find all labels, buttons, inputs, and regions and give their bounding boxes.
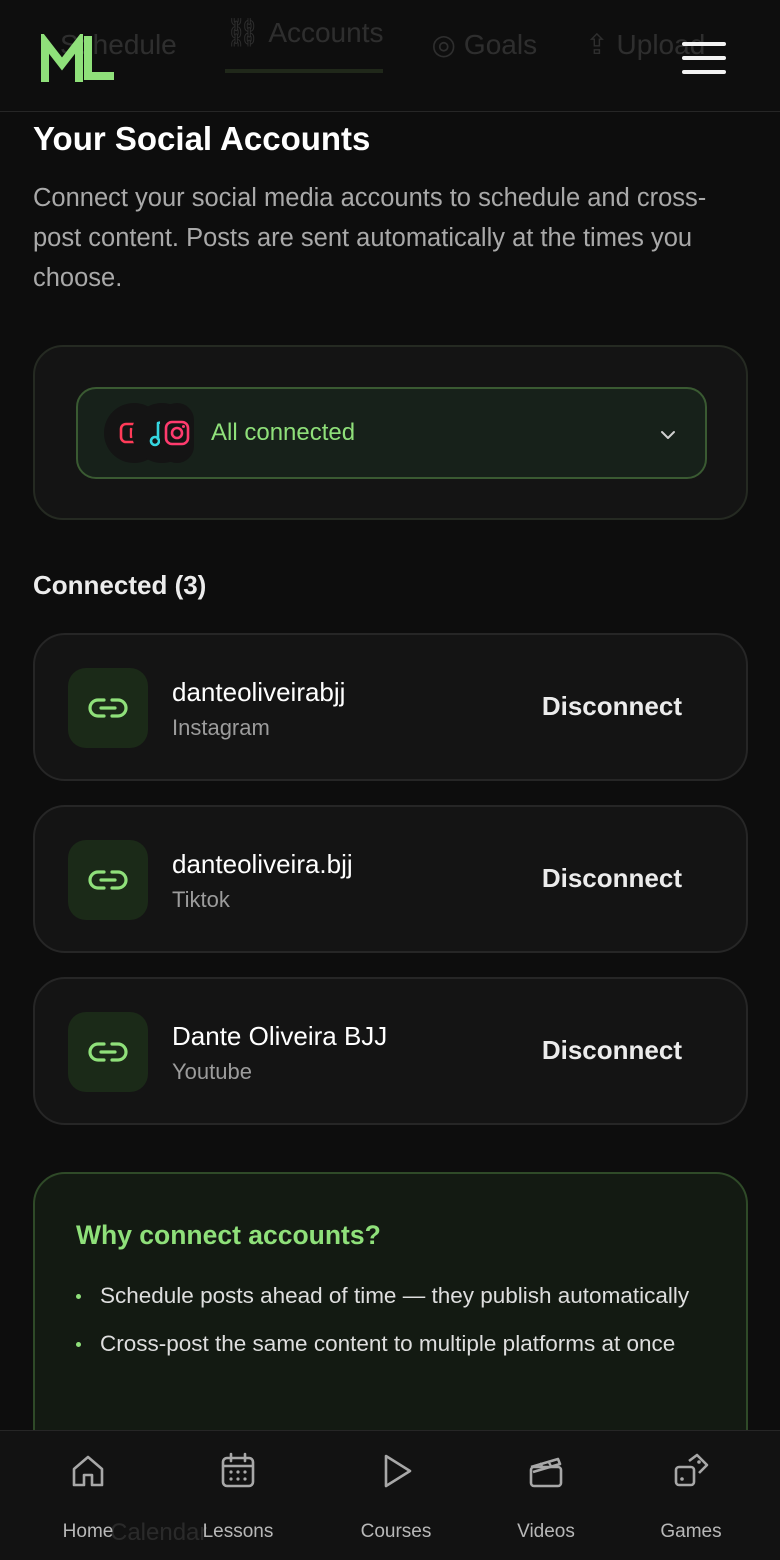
nav-item-videos[interactable]: Videos [486, 1451, 606, 1543]
filter-selected-value: All connected [211, 419, 356, 446]
nav-item-label: Courses [360, 1521, 432, 1542]
account-card: danteoliveira.bjj Tiktok Disconnect [33, 805, 748, 953]
account-platform: Youtube [172, 1059, 252, 1084]
why-connect-title: Why connect accounts? [76, 1220, 381, 1250]
bullet-icon [76, 1294, 81, 1299]
list-item-text: Schedule posts ahead of time — they publ… [100, 1283, 690, 1308]
play-icon [384, 1454, 412, 1488]
tab-goals: ◎ Goals [431, 16, 537, 73]
connected-section-title: Connected (3) [33, 570, 207, 600]
nav-item-label: Videos [517, 1521, 575, 1542]
link-icon: ⛓ [224, 17, 261, 48]
account-card: danteoliveirabjj Instagram Disconnect [33, 633, 748, 781]
hamburger-line [682, 70, 726, 74]
nav-item-games[interactable]: Games [631, 1451, 751, 1543]
bottom-navigation: Calendar Home Lessons Courses Videos Gam… [0, 1430, 780, 1560]
tab-accounts-label: Accounts [268, 16, 384, 48]
nav-item-label: Home [62, 1521, 114, 1542]
bullet-icon [76, 1342, 81, 1347]
list-item: Cross-post the same content to multiple … [76, 1328, 696, 1360]
link-icon [68, 668, 148, 748]
account-card: Dante Oliveira BJJ Youtube Disconnect [33, 977, 748, 1125]
account-filter-dropdown[interactable]: All connected [76, 387, 707, 479]
list-item-text: Cross-post the same content to multiple … [100, 1331, 676, 1356]
nav-item-courses[interactable]: Courses [336, 1451, 456, 1543]
account-name: danteoliveirabjj [172, 677, 346, 707]
home-icon [72, 1455, 104, 1487]
link-icon [68, 1012, 148, 1092]
account-platform: Tiktok [172, 887, 230, 912]
account-name: Dante Oliveira BJJ [172, 1021, 388, 1051]
page-description: Connect your social media accounts to sc… [33, 184, 707, 292]
link-icon [68, 840, 148, 920]
dice-icon [674, 1453, 709, 1487]
nav-item-home[interactable]: Home [28, 1451, 148, 1543]
upload-icon: ⇪ [585, 29, 609, 60]
instagram-icon [160, 403, 194, 463]
nav-item-label: Lessons [202, 1521, 274, 1542]
list-item: Schedule posts ahead of time — they publ… [76, 1280, 696, 1312]
why-connect-list: Schedule posts ahead of time — they publ… [76, 1280, 696, 1376]
page-title: Your Social Accounts [33, 120, 371, 157]
clapperboard-icon [529, 1457, 563, 1488]
platform-icons [104, 403, 194, 463]
hamburger-line [682, 42, 726, 46]
background-tabs: Schedule ⛓ Accounts ◎ Goals ⇪ Upload [60, 16, 705, 73]
tab-accounts: ⛓ Accounts [224, 16, 384, 73]
hamburger-line [682, 56, 726, 60]
disconnect-button[interactable]: Disconnect [542, 691, 682, 722]
disconnect-button[interactable]: Disconnect [542, 863, 682, 894]
logo[interactable] [40, 34, 114, 82]
account-filter-card: All connected [33, 345, 748, 520]
tab-goals-label: Goals [463, 28, 538, 60]
account-platform: Instagram [172, 715, 270, 740]
chevron-down-icon [661, 431, 675, 439]
top-bar: Schedule ⛓ Accounts ◎ Goals ⇪ Upload [0, 0, 780, 112]
hamburger-menu-button[interactable] [682, 42, 726, 74]
target-icon: ◎ [431, 29, 456, 60]
nav-item-lessons[interactable]: Lessons [178, 1451, 298, 1543]
account-name: danteoliveira.bjj [172, 849, 353, 879]
disconnect-button[interactable]: Disconnect [542, 1035, 682, 1066]
nav-item-label: Games [660, 1521, 722, 1542]
calendar-icon [221, 1452, 255, 1488]
